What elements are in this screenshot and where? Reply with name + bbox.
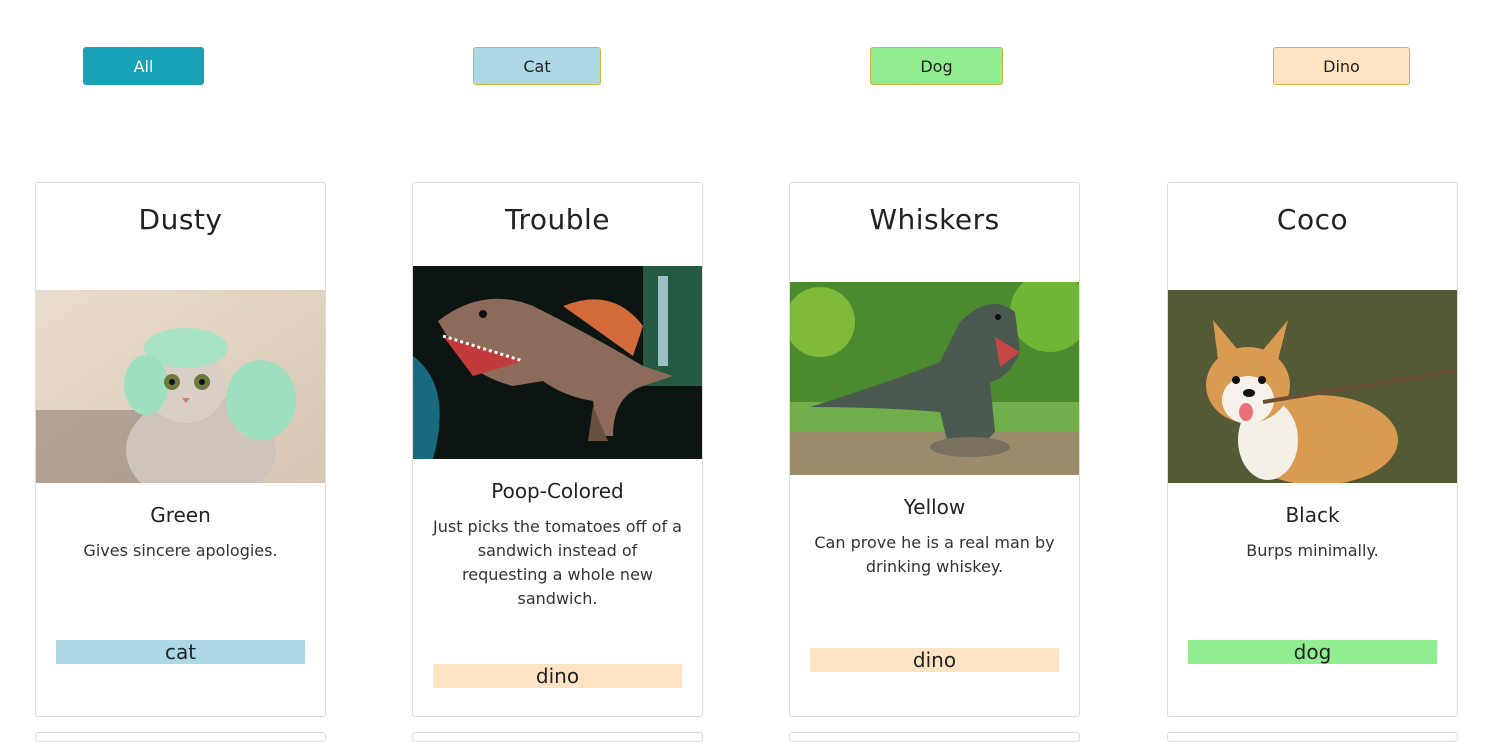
dinosaur-photo-image [413, 266, 702, 459]
card-type-tag: cat [56, 640, 305, 664]
dog-photo-image [1168, 290, 1457, 483]
pet-card: Whiskers Yellow Can prove he is a real m… [789, 182, 1080, 717]
card-description: Can prove he is a real man by drinking w… [814, 533, 1055, 576]
card-color: Poop-Colored [491, 479, 624, 503]
pet-card: Coco Black Burps minimally. dog [1167, 182, 1458, 717]
card-type-tag: dog [1188, 640, 1437, 664]
dinosaur-photo-image [790, 282, 1079, 475]
filter-dino-button[interactable]: Dino [1273, 47, 1410, 85]
card-name: Whiskers [869, 203, 1000, 236]
filter-dog-button[interactable]: Dog [870, 47, 1003, 85]
card-type-tag: dino [433, 664, 682, 688]
card-name: Trouble [504, 203, 611, 236]
card-description: Gives sincere apologies. [83, 541, 278, 560]
pet-card: Trouble Poop-Colored Just picks the toma… [412, 182, 703, 717]
filter-cat-button[interactable]: Cat [473, 47, 601, 85]
pet-card: Dusty Green Gives sincere apologies. cat [35, 182, 326, 717]
card-description: Just picks the tomatoes off of a sandwic… [433, 517, 682, 608]
card-name: Coco [1276, 203, 1349, 236]
card-color: Black [1285, 503, 1340, 527]
filter-all-button[interactable]: All [83, 47, 204, 85]
card-color: Yellow [903, 495, 966, 519]
card-description: Burps minimally. [1246, 541, 1379, 560]
card-color: Green [150, 503, 211, 527]
card-name: Dusty [138, 203, 223, 236]
cat-photo-image [36, 290, 325, 483]
card-type-tag: dino [810, 648, 1059, 672]
